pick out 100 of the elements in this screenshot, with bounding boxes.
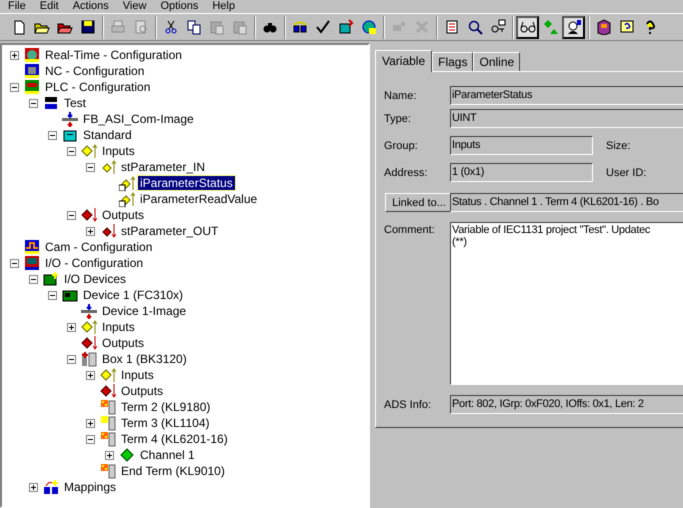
tree-item[interactable]: Mappings (62, 480, 118, 494)
tree-item[interactable]: Term 2 (KL9180) (119, 400, 212, 414)
tree-item[interactable]: Inputs (119, 368, 156, 382)
input-stack-icon (81, 143, 97, 159)
menu-item[interactable]: Edit (40, 0, 59, 13)
tree-item[interactable]: iParameterStatus (138, 176, 235, 190)
collapse-toggle[interactable] (29, 274, 38, 284)
link-field[interactable]: Status . Channel 1 . Term 4 (KL6201-16) . Bo (450, 193, 683, 212)
collapse-toggle[interactable] (29, 98, 38, 108)
expand-toggle[interactable] (86, 226, 95, 236)
arrows-icon (81, 303, 97, 319)
tree-item[interactable]: Term 3 (KL1104) (119, 416, 212, 430)
tree-item[interactable]: Outputs (100, 208, 146, 222)
paste-icon (208, 19, 224, 35)
type-field[interactable]: UINT (450, 109, 683, 128)
tree-item[interactable]: I/O - Configuration (43, 256, 146, 270)
output-variable-icon (100, 223, 116, 239)
terminal-icon (100, 415, 116, 431)
expand-toggle[interactable] (67, 322, 76, 332)
field-label: Group: (384, 140, 419, 152)
preview-icon (132, 19, 148, 35)
collapse-toggle[interactable] (48, 130, 57, 140)
tree-item[interactable]: Test (62, 96, 88, 110)
menu-item[interactable]: Actions (72, 0, 109, 13)
plus-icon (87, 228, 94, 234)
glasses-icon (520, 19, 536, 35)
tree-item[interactable]: Outputs (100, 336, 146, 350)
tab[interactable]: Variable (375, 50, 432, 72)
collapse-toggle[interactable] (10, 258, 19, 268)
tree-item[interactable]: Inputs (100, 144, 137, 158)
menu-item[interactable]: File (8, 0, 26, 13)
tree-item[interactable]: Cam - Configuration (43, 240, 154, 254)
expand-toggle[interactable] (86, 418, 95, 428)
paste-icon (232, 19, 248, 35)
collapse-toggle[interactable] (86, 162, 95, 172)
tree-item[interactable]: stParameter_OUT (119, 224, 220, 238)
collapse-toggle[interactable] (86, 434, 95, 444)
tree-item[interactable]: Device 1-Image (100, 304, 188, 318)
expand-toggle[interactable] (29, 482, 38, 492)
menu-item[interactable]: Options (160, 0, 198, 13)
tree-item[interactable]: End Term (KL9010) (119, 464, 227, 478)
tree-item[interactable]: Inputs (100, 320, 137, 334)
card-plus-icon (43, 271, 59, 287)
expand-toggle[interactable] (10, 50, 19, 60)
key-icon (490, 19, 506, 35)
list-icon (444, 19, 460, 35)
tree-item[interactable]: Outputs (119, 384, 166, 398)
input-variable-icon (100, 159, 116, 175)
menu-item[interactable]: View (122, 0, 146, 13)
terminal-icon (100, 431, 116, 447)
linked-variable-icon (119, 191, 135, 207)
book-icon (596, 19, 612, 35)
linked-variable-icon (119, 175, 135, 191)
tree-item[interactable]: Box 1 (BK3120) (100, 352, 189, 366)
collapse-toggle[interactable] (67, 210, 76, 220)
device-icon (292, 19, 308, 35)
tree-item[interactable]: Standard (81, 128, 134, 142)
arrows-icon (62, 111, 78, 127)
input-stack-icon (100, 367, 116, 383)
search-icon (466, 19, 482, 35)
tree-item[interactable]: Device 1 (FC310x) (81, 288, 186, 302)
group-field[interactable]: Inputs (450, 136, 593, 155)
copy-icon (186, 19, 202, 35)
expand-toggle[interactable] (105, 450, 114, 460)
cut-icon (162, 19, 178, 35)
tree-item[interactable]: Real-Time - Configuration (43, 48, 184, 62)
expand-toggle[interactable] (86, 370, 95, 380)
tree-item[interactable]: FB_ASI_Com-Image (81, 112, 196, 126)
name-field[interactable]: iParameterStatus (450, 86, 683, 105)
tree-item[interactable]: I/O Devices (62, 272, 128, 286)
tab[interactable]: Flags (432, 52, 474, 71)
tab[interactable]: Online (473, 52, 520, 71)
field-label: Size: (606, 140, 630, 152)
plus-icon (87, 420, 94, 426)
tree-item[interactable]: stParameter_IN (119, 160, 208, 174)
plus-icon (11, 52, 18, 58)
ads-info-field[interactable]: Port: 802, IGrp: 0xF020, IOffs: 0x1, Len: 2 (450, 395, 683, 414)
collapse-toggle[interactable] (67, 146, 76, 156)
checkmark-icon (314, 19, 330, 35)
person-icon (566, 19, 582, 35)
collapse-toggle[interactable] (67, 354, 76, 364)
plus-icon (68, 324, 75, 330)
tree-item[interactable]: Term 4 (KL6201-16) (119, 432, 230, 446)
tree-item[interactable]: iParameterReadValue (138, 192, 260, 206)
collapse-toggle[interactable] (10, 82, 19, 92)
menu-item[interactable]: Help (212, 0, 235, 13)
toolbar-button[interactable] (562, 16, 585, 38)
field-label: Name: (384, 90, 418, 102)
toolbar-button[interactable] (516, 16, 539, 38)
tree-item[interactable]: PLC - Configuration (43, 80, 152, 94)
collapse-toggle[interactable] (48, 290, 57, 300)
field-label: ADS Info: (384, 398, 432, 410)
print-icon (110, 19, 126, 35)
plus-icon (87, 372, 94, 378)
comment-field[interactable]: Variable of IEC1131 project "Test". Updatec (**) (450, 222, 683, 385)
tree-item[interactable]: Channel 1 (138, 448, 197, 462)
tree-item[interactable]: NC - Configuration (43, 64, 146, 78)
address-field[interactable]: 1 (0x1) (450, 163, 593, 182)
linked-to-button[interactable]: Linked to... (385, 193, 453, 212)
field-label: User ID: (606, 166, 646, 178)
